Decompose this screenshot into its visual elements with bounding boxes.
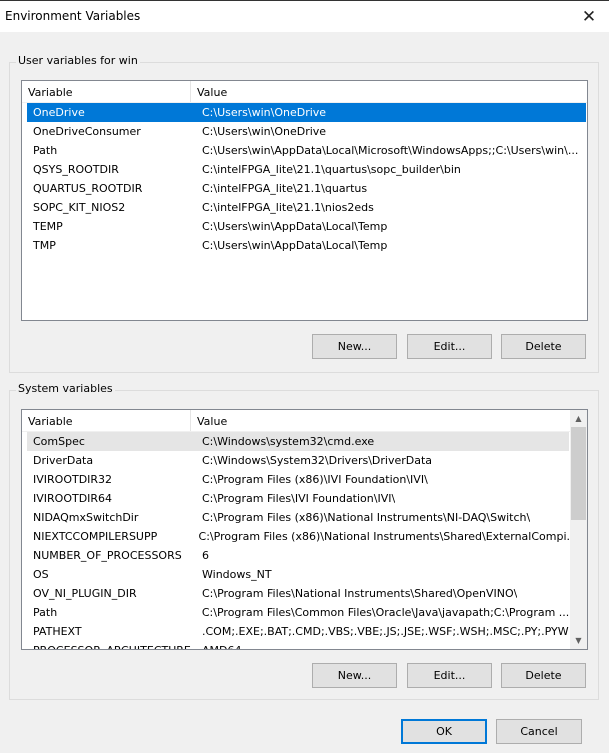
list-header: Variable Value xyxy=(22,81,587,103)
vertical-scrollbar[interactable]: ▲ ▼ xyxy=(570,410,587,649)
table-row[interactable]: PATHEXT .COM;.EXE;.BAT;.CMD;.VBS;.VBE;.JS… xyxy=(27,622,569,641)
variable-value: C:\Users\win\AppData\Local\Temp xyxy=(202,239,388,252)
variable-name: NUMBER_OF_PROCESSORS xyxy=(33,549,182,562)
column-header-variable[interactable]: Variable xyxy=(22,81,191,102)
variable-name: Path xyxy=(33,606,58,619)
variable-value: C:\intelFPGA_lite\21.1\quartus\sopc_buil… xyxy=(202,163,461,176)
variable-name: Path xyxy=(33,144,58,157)
variable-value: C:\intelFPGA_lite\21.1\nios2eds xyxy=(202,201,374,214)
table-row[interactable]: QSYS_ROOTDIR C:\intelFPGA_lite\21.1\quart… xyxy=(27,160,586,179)
scroll-down-icon[interactable]: ▼ xyxy=(570,632,587,649)
variable-name: IVIROOTDIR32 xyxy=(33,473,113,486)
variable-value: C:\Program Files\IVI Foundation\IVI\ xyxy=(202,492,396,505)
variable-value: C:\Users\win\OneDrive xyxy=(202,106,327,119)
variable-value: AMD64 xyxy=(196,641,241,649)
table-row[interactable]: NUMBER_OF_PROCESSORS 6 xyxy=(27,546,569,565)
column-header-value[interactable]: Value xyxy=(191,81,233,102)
table-row[interactable]: SOPC_KIT_NIOS2 C:\intelFPGA_lite\21.1\nio… xyxy=(27,198,586,217)
variable-value: C:\Program Files\National Instruments\Sh… xyxy=(202,587,518,600)
variable-name: OneDrive xyxy=(33,106,85,119)
system-edit-button[interactable]: Edit... xyxy=(407,663,492,688)
user-variables-label: User variables for win xyxy=(16,54,140,67)
window-title: Environment Variables xyxy=(5,9,141,23)
table-row[interactable]: TMP C:\Users\win\AppData\Local\Temp xyxy=(27,236,586,255)
variable-name: NIEXTCCOMPILERSUPP xyxy=(33,530,158,543)
variable-value: C:\Program Files (x86)\IVI Foundation\IV… xyxy=(202,473,428,486)
variable-value: C:\Program Files (x86)\National Instrume… xyxy=(198,530,569,543)
variable-name: NIDAQmxSwitchDir xyxy=(33,511,139,524)
scroll-up-icon[interactable]: ▲ xyxy=(570,410,587,427)
variable-name: OS xyxy=(33,568,49,581)
table-row[interactable]: Path C:\Users\win\AppData\Local\Microsoft… xyxy=(27,141,586,160)
close-icon[interactable]: ✕ xyxy=(575,4,603,30)
variable-value: C:\Program Files\Common Files\Oracle\Jav… xyxy=(201,606,569,619)
system-new-button[interactable]: New... xyxy=(312,663,397,688)
variable-value: C:\Users\win\AppData\Local\Microsoft\Win… xyxy=(202,144,579,157)
table-row[interactable]: QUARTUS_ROOTDIR C:\intelFPGA_lite\21.1\qu… xyxy=(27,179,586,198)
system-variables-list[interactable]: Variable Value ComSpec C:\Windows\system3… xyxy=(21,409,588,650)
variable-value: C:\Windows\System32\Drivers\DriverData xyxy=(202,454,433,467)
table-row[interactable]: IVIROOTDIR32 C:\Program Files (x86)\IVI F… xyxy=(27,470,569,489)
variable-name: TEMP xyxy=(33,220,63,233)
table-row[interactable]: OneDriveConsumer C:\Users\win\OneDrive xyxy=(27,122,586,141)
user-edit-button[interactable]: Edit... xyxy=(407,334,492,359)
variable-value: C:\Users\win\AppData\Local\Temp xyxy=(202,220,388,233)
variable-name: PATHEXT xyxy=(33,625,82,638)
variable-name: IVIROOTDIR64 xyxy=(33,492,113,505)
table-row[interactable]: PROCESSOR_ARCHITECTUREAMD64 xyxy=(27,641,569,649)
variable-name: ComSpec xyxy=(33,435,85,448)
cancel-button[interactable]: Cancel xyxy=(496,719,582,744)
table-row[interactable]: DriverData C:\Windows\System32\Drivers\Dr… xyxy=(27,451,569,470)
ok-button[interactable]: OK xyxy=(401,719,487,744)
table-row[interactable]: OV_NI_PLUGIN_DIR C:\Program Files\Nationa… xyxy=(27,584,569,603)
column-header-variable[interactable]: Variable xyxy=(22,410,191,431)
variable-value: C:\intelFPGA_lite\21.1\quartus xyxy=(202,182,368,195)
variable-name: DriverData xyxy=(33,454,94,467)
user-new-button[interactable]: New... xyxy=(312,334,397,359)
variable-value: .COM;.EXE;.BAT;.CMD;.VBS;.VBE;.JS;.JSE;.… xyxy=(202,625,569,638)
variable-value: Windows_NT xyxy=(202,568,272,581)
variable-name: SOPC_KIT_NIOS2 xyxy=(33,201,126,214)
table-row[interactable]: OneDrive C:\Users\win\OneDrive xyxy=(27,103,586,122)
table-row[interactable]: NIDAQmxSwitchDir C:\Program Files (x86)\N… xyxy=(27,508,569,527)
table-row[interactable]: IVIROOTDIR64 C:\Program Files\IVI Foundat… xyxy=(27,489,569,508)
table-row[interactable]: ComSpec C:\Windows\system32\cmd.exe xyxy=(27,432,569,451)
variable-name: OneDriveConsumer xyxy=(33,125,141,138)
table-row[interactable]: Path C:\Program Files\Common Files\Oracle… xyxy=(27,603,569,622)
column-header-value[interactable]: Value xyxy=(191,410,233,431)
user-delete-button[interactable]: Delete xyxy=(501,334,586,359)
variable-value: 6 xyxy=(202,549,209,562)
system-variables-label: System variables xyxy=(16,382,115,395)
user-variables-list[interactable]: Variable Value OneDrive C:\Users\win\OneD… xyxy=(21,80,588,321)
table-row[interactable]: TEMP C:\Users\win\AppData\Local\Temp xyxy=(27,217,586,236)
variable-value: C:\Program Files (x86)\National Instrume… xyxy=(202,511,531,524)
table-row[interactable]: NIEXTCCOMPILERSUPP C:\Program Files (x86)… xyxy=(27,527,569,546)
variable-name: QSYS_ROOTDIR xyxy=(33,163,119,176)
variable-name: PROCESSOR_ARCHITECTURE xyxy=(27,641,196,649)
table-row[interactable]: OS Windows_NT xyxy=(27,565,569,584)
list-header: Variable Value xyxy=(22,410,570,432)
variable-name: QUARTUS_ROOTDIR xyxy=(33,182,143,195)
variable-value: C:\Windows\system32\cmd.exe xyxy=(202,435,375,448)
scrollbar-thumb[interactable] xyxy=(571,427,586,520)
variable-name: TMP xyxy=(33,239,56,252)
system-delete-button[interactable]: Delete xyxy=(501,663,586,688)
variable-value: C:\Users\win\OneDrive xyxy=(202,125,327,138)
title-bar: Environment Variables ✕ xyxy=(0,0,609,32)
variable-name: OV_NI_PLUGIN_DIR xyxy=(33,587,137,600)
